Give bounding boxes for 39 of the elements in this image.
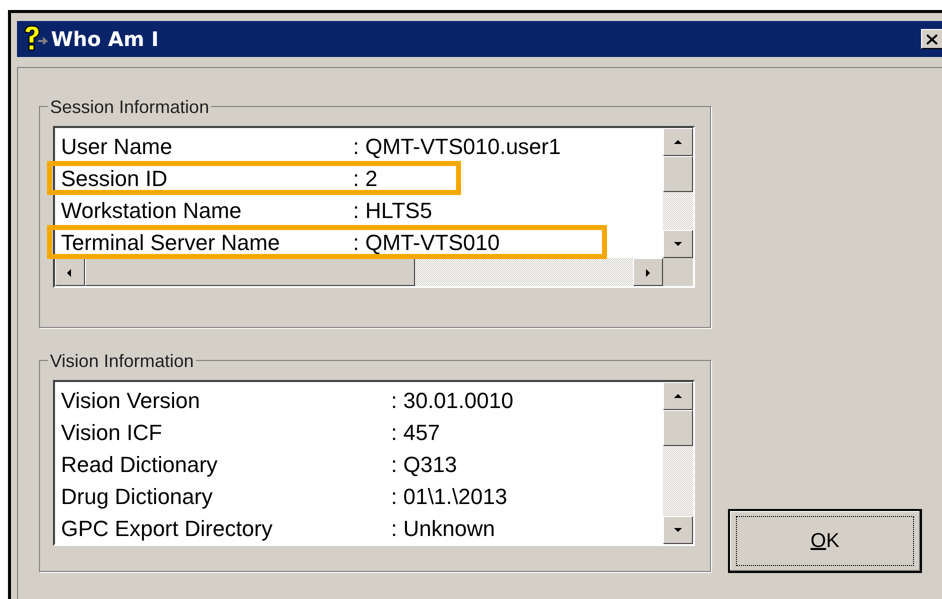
vertical-scrollbar[interactable] — [663, 128, 693, 258]
close-button[interactable] — [921, 29, 942, 49]
row-label: Read Dictionary — [61, 450, 219, 479]
scrollbar-corner — [663, 258, 693, 286]
scroll-down-button[interactable] — [663, 230, 693, 258]
scroll-up-button[interactable] — [663, 128, 693, 156]
row-value: : 01\1.\2013 — [391, 482, 508, 510]
ok-button[interactable]: OK — [728, 509, 922, 573]
row-label: Terminal Server Name — [61, 228, 281, 256]
scroll-right-button[interactable] — [633, 258, 663, 286]
scroll-thumb[interactable] — [663, 410, 693, 446]
row-label: Drug Dictionary — [61, 482, 214, 511]
row-label: GPC Export Directory — [61, 514, 274, 543]
scroll-left-button[interactable] — [55, 258, 85, 286]
row-label: Workstation Name — [61, 196, 243, 224]
row-value: : QMT-VTS010 — [353, 228, 500, 256]
scroll-up-button[interactable] — [663, 382, 693, 410]
close-icon — [926, 34, 938, 44]
window-title: Who Am I — [51, 26, 160, 53]
row-label: User Name — [61, 132, 174, 160]
row-value: : 30.01.0010 — [391, 386, 514, 414]
horizontal-scrollbar[interactable] — [55, 258, 693, 286]
row-label: Vision Version — [61, 386, 202, 414]
row-value: : Q313 — [391, 450, 458, 478]
row-value: : HLTS5 — [353, 196, 432, 224]
scroll-thumb[interactable] — [663, 156, 693, 192]
row-value: : 2 — [353, 164, 378, 192]
row-value: : QMT-VTS010.user1 — [353, 132, 561, 160]
row-label: Session ID — [61, 164, 168, 192]
row-value: : 457 — [391, 418, 440, 446]
triangle-up-icon — [672, 137, 684, 147]
triangle-up-icon — [672, 391, 684, 401]
row-value: : Unknown — [391, 514, 495, 542]
row-label: Vision ICF — [61, 418, 164, 446]
triangle-down-icon — [672, 525, 684, 535]
scroll-down-button[interactable] — [663, 516, 693, 544]
triangle-down-icon — [672, 239, 684, 249]
scroll-thumb[interactable] — [85, 258, 415, 286]
vertical-scrollbar[interactable] — [663, 382, 693, 544]
